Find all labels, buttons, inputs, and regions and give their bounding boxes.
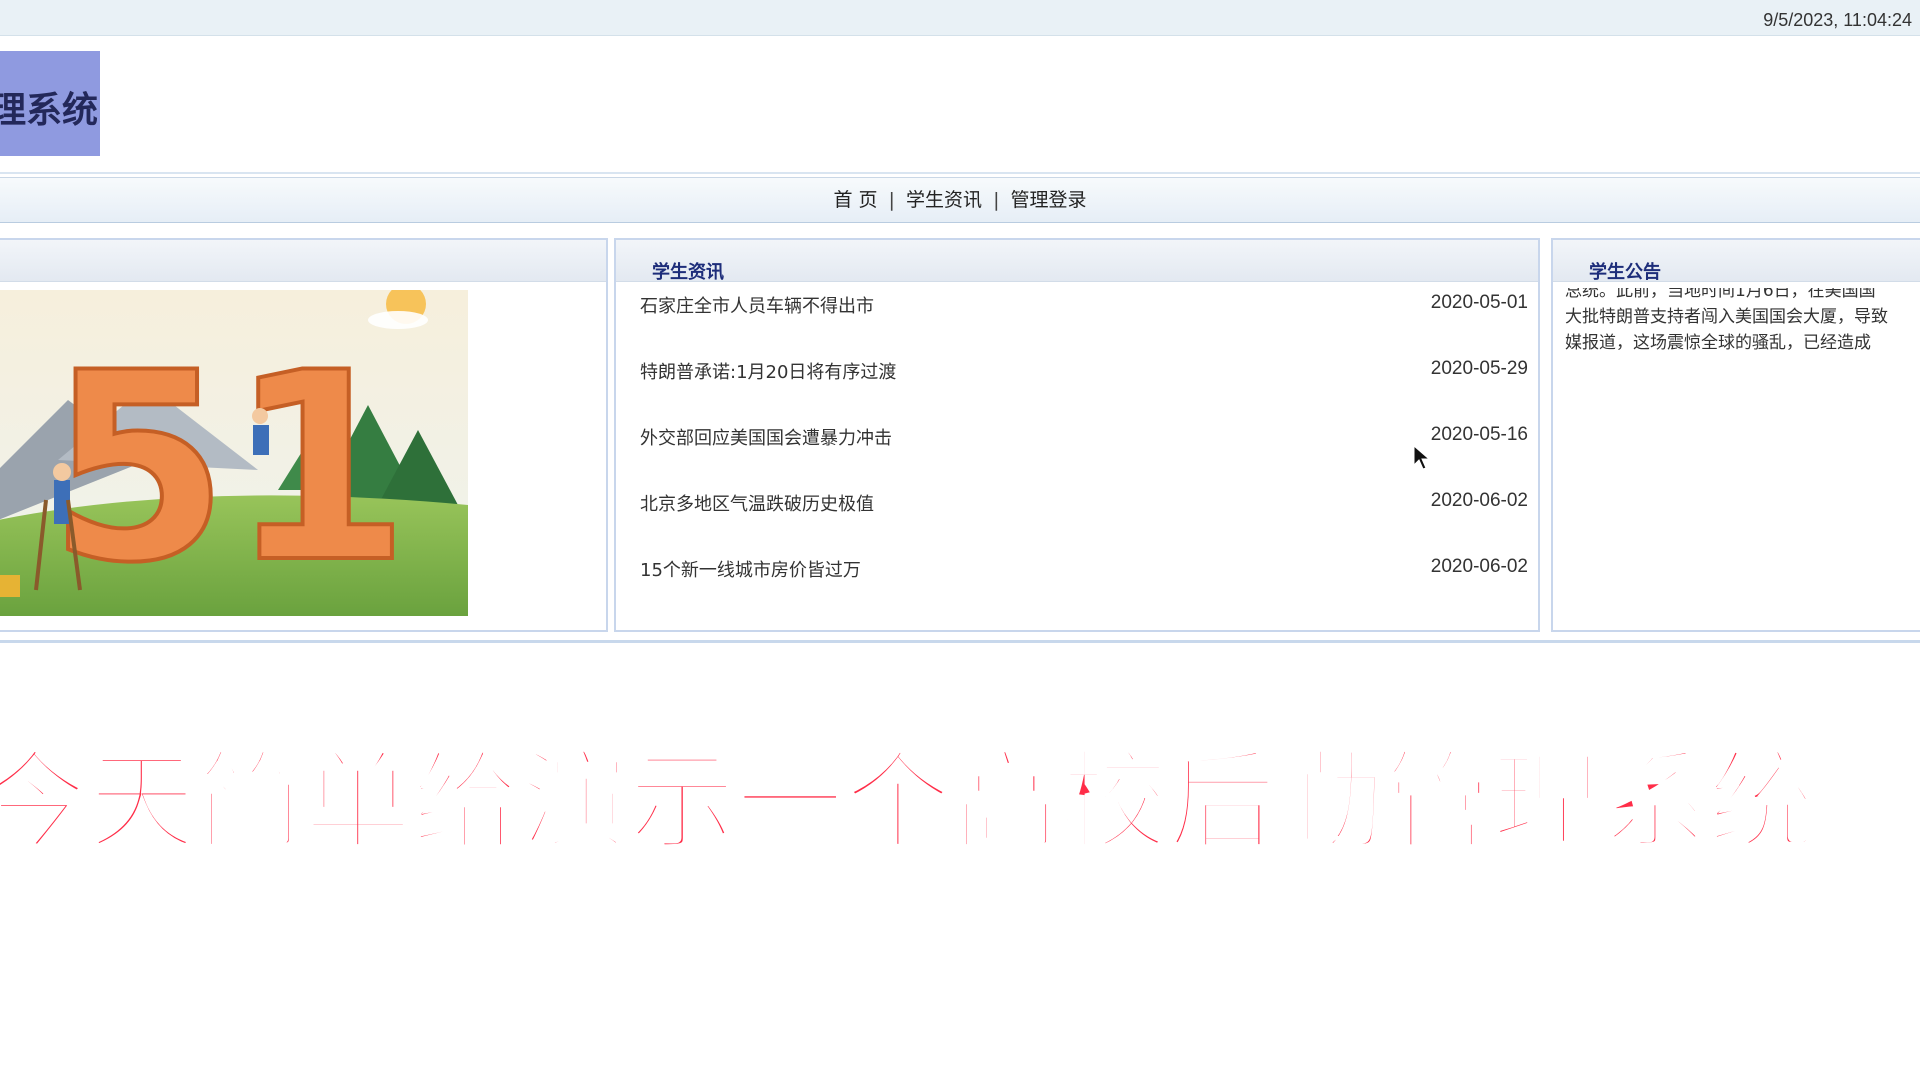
- notice-panel: 学生公告 总统。此前，当地时间1月6日，在美国国 大批特朗普支持者闯入美国国会大…: [1551, 238, 1920, 632]
- video-caption: 今天简单给演示一个高校后勤管理系统: [0, 738, 1818, 867]
- list-item: 外交部回应美国国会遭暴力冲击 2020-05-16: [628, 424, 1528, 490]
- news-item-title[interactable]: 石家庄全市人员车辆不得出市: [640, 292, 874, 318]
- banner-panel-header: [0, 240, 606, 282]
- news-item-title[interactable]: 北京多地区气温跌破历史极值: [640, 490, 874, 516]
- banner-panel: 51: [0, 238, 608, 632]
- notice-line: 媒报道，这场震惊全球的骚乱，已经造成: [1565, 333, 1871, 353]
- may-day-banner-image: 51: [0, 290, 468, 616]
- news-item-date: 2020-05-01: [1430, 292, 1528, 313]
- news-item-title[interactable]: 特朗普承诺:1月20日将有序过渡: [640, 358, 896, 384]
- nav-home-link[interactable]: 首 页: [833, 189, 877, 211]
- nav-separator: |: [888, 189, 895, 211]
- site-logo-text: 理系统: [0, 90, 98, 131]
- news-item-date: 2020-05-29: [1430, 358, 1528, 379]
- news-panel-title: 学生资讯: [616, 240, 1538, 283]
- list-item: 北京多地区气温跌破历史极值 2020-06-02: [628, 490, 1528, 556]
- news-item-title[interactable]: 外交部回应美国国会遭暴力冲击: [640, 424, 892, 450]
- banner-number: 51: [48, 318, 410, 616]
- news-panel: 学生资讯 石家庄全市人员车辆不得出市 2020-05-01 特朗普承诺:1月20…: [614, 238, 1540, 632]
- news-item-date: 2020-06-02: [1430, 490, 1528, 511]
- main-nav: 首 页 | 学生资讯 | 管理登录: [0, 177, 1920, 223]
- datetime-display: 9/5/2023, 11:04:24: [1763, 10, 1912, 30]
- top-bar: 9/5/2023, 11:04:24: [0, 0, 1920, 36]
- header-divider: [0, 172, 1920, 174]
- list-item: 特朗普承诺:1月20日将有序过渡 2020-05-29: [628, 358, 1528, 424]
- nav-news-link[interactable]: 学生资讯: [906, 189, 982, 211]
- mouse-cursor-icon: [1413, 445, 1431, 470]
- notice-line: 大批特朗普支持者闯入美国国会大厦，导致: [1565, 307, 1888, 327]
- site-logo: 理系统: [0, 51, 100, 156]
- news-item-date: 2020-06-02: [1430, 556, 1528, 577]
- notice-marquee: 总统。此前，当地时间1月6日，在美国国 大批特朗普支持者闯入美国国会大厦，导致 …: [1565, 288, 1920, 368]
- list-item: 15个新一线城市房价皆过万 2020-06-02: [628, 556, 1528, 622]
- news-list: 石家庄全市人员车辆不得出市 2020-05-01 特朗普承诺:1月20日将有序过…: [628, 292, 1528, 622]
- news-item-title[interactable]: 15个新一线城市房价皆过万: [640, 556, 861, 582]
- content-divider: [0, 640, 1920, 643]
- nav-admin-login-link[interactable]: 管理登录: [1011, 189, 1087, 211]
- notice-line: 总统。此前，当地时间1月6日，在美国国: [1565, 288, 1876, 301]
- notice-panel-title: 学生公告: [1553, 240, 1920, 283]
- list-item: 石家庄全市人员车辆不得出市 2020-05-01: [628, 292, 1528, 358]
- nav-separator: |: [993, 189, 1000, 211]
- news-item-date: 2020-05-16: [1430, 424, 1528, 445]
